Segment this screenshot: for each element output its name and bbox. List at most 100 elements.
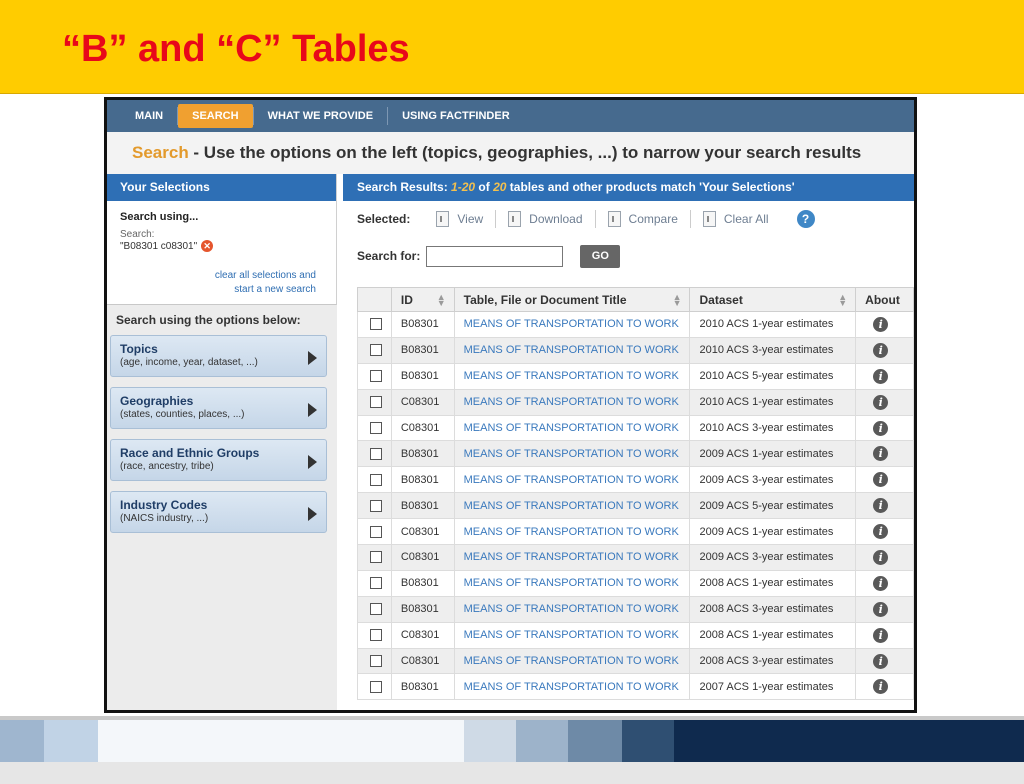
row-id: B08301: [390, 362, 455, 390]
option-topics[interactable]: Topics (age, income, year, dataset, ...): [110, 335, 327, 377]
slide-title: “B” and “C” Tables: [62, 28, 410, 70]
option-race-ethnic[interactable]: Race and Ethnic Groups (race, ancestry, …: [110, 439, 327, 481]
option-industry-codes[interactable]: Industry Codes (NAICS industry, ...): [110, 491, 327, 533]
header-id-label: ID: [400, 292, 413, 307]
row-id: B08301: [390, 673, 455, 701]
search-value: "B08301 c08301" ✕: [120, 240, 323, 252]
your-selections-title: Your Selections: [107, 174, 337, 201]
option-geographies[interactable]: Geographies (states, counties, places, .…: [110, 387, 327, 429]
row-dataset: 2010 ACS 1-year estimates: [689, 388, 857, 416]
row-title-link[interactable]: MEANS OF TRANSPORTATION TO WORK: [453, 466, 691, 494]
row-checkbox[interactable]: [370, 629, 382, 642]
download-button[interactable]: Download: [496, 211, 594, 227]
info-icon[interactable]: i: [873, 601, 889, 617]
row-title-link[interactable]: MEANS OF TRANSPORTATION TO WORK: [453, 388, 691, 416]
row-dataset: 2008 ACS 3-year estimates: [689, 595, 857, 623]
header-id[interactable]: ID ▲ ▼: [390, 287, 455, 312]
row-checkbox[interactable]: [370, 655, 382, 668]
info-icon[interactable]: i: [873, 342, 889, 358]
row-dataset: 2009 ACS 1-year estimates: [689, 518, 857, 546]
info-icon[interactable]: i: [873, 679, 889, 695]
header-about: About: [855, 287, 914, 312]
row-checkbox[interactable]: [370, 318, 382, 331]
row-title-link[interactable]: MEANS OF TRANSPORTATION TO WORK: [453, 544, 691, 571]
info-icon[interactable]: i: [873, 394, 889, 410]
compare-button[interactable]: Compare: [596, 211, 690, 227]
table-row: B08301 MEANS OF TRANSPORTATION TO WORK 200…: [357, 440, 914, 468]
row-id: C08301: [390, 388, 455, 416]
clear-all-icon: [702, 211, 716, 227]
row-title-link[interactable]: MEANS OF TRANSPORTATION TO WORK: [453, 673, 691, 701]
table-row: B08301 MEANS OF TRANSPORTATION TO WORK 200…: [357, 595, 914, 623]
search-for-input[interactable]: [426, 245, 564, 267]
chevron-right-icon: [308, 455, 317, 469]
row-id: B08301: [390, 595, 455, 623]
view-button[interactable]: View: [424, 211, 495, 227]
row-title-link[interactable]: MEANS OF TRANSPORTATION TO WORK: [453, 362, 691, 390]
info-icon[interactable]: i: [873, 498, 889, 514]
row-checkbox[interactable]: [370, 396, 382, 409]
row-title-link[interactable]: MEANS OF TRANSPORTATION TO WORK: [453, 414, 691, 442]
row-checkbox[interactable]: [370, 680, 382, 693]
results-of: of: [475, 180, 494, 194]
download-icon: [508, 211, 522, 227]
row-checkbox[interactable]: [370, 577, 382, 590]
clear-all-button[interactable]: Clear All: [691, 211, 781, 227]
search-value-text: "B08301 c08301": [120, 240, 198, 252]
info-icon[interactable]: i: [873, 368, 889, 384]
nav-using-factfinder[interactable]: USING FACTFINDER: [388, 104, 524, 128]
view-label: View: [457, 212, 484, 226]
header-title[interactable]: Table, File or Document Title ▲ ▼: [453, 287, 691, 312]
row-title-link[interactable]: MEANS OF TRANSPORTATION TO WORK: [453, 647, 691, 675]
clear-link-line-2: start a new search: [234, 284, 316, 295]
row-title-link[interactable]: MEANS OF TRANSPORTATION TO WORK: [453, 311, 691, 338]
clear-selections-link[interactable]: clear all selections and start a new sea…: [215, 269, 316, 297]
info-icon[interactable]: i: [873, 575, 889, 591]
row-checkbox[interactable]: [370, 422, 382, 434]
go-button[interactable]: GO: [580, 244, 621, 268]
row-checkbox[interactable]: [370, 447, 382, 460]
nav-main[interactable]: MAIN: [121, 104, 177, 128]
table-row: B08301 MEANS OF TRANSPORTATION TO WORK 201…: [357, 311, 914, 338]
info-icon[interactable]: i: [873, 653, 889, 669]
row-checkbox[interactable]: [370, 499, 382, 512]
row-title-link[interactable]: MEANS OF TRANSPORTATION TO WORK: [453, 518, 691, 546]
help-icon[interactable]: ?: [796, 210, 815, 228]
info-icon[interactable]: i: [873, 627, 889, 643]
info-icon[interactable]: i: [873, 524, 889, 540]
row-checkbox[interactable]: [370, 473, 382, 486]
bottom-base: [0, 762, 1024, 784]
row-title-link[interactable]: MEANS OF TRANSPORTATION TO WORK: [453, 492, 691, 520]
row-title-link[interactable]: MEANS OF TRANSPORTATION TO WORK: [453, 440, 691, 468]
results-suffix: tables and other products match 'Your Se…: [506, 180, 795, 194]
option-title: Industry Codes: [120, 498, 208, 512]
remove-icon[interactable]: ✕: [201, 240, 214, 252]
row-title-link[interactable]: MEANS OF TRANSPORTATION TO WORK: [453, 336, 691, 364]
table-header-row: ID ▲ ▼ Table, File or Document Title ▲ ▼ Dat…: [357, 287, 914, 312]
info-icon[interactable]: i: [873, 472, 889, 488]
row-checkbox[interactable]: [370, 551, 382, 564]
info-icon[interactable]: i: [873, 316, 889, 332]
row-id: B08301: [390, 311, 455, 338]
info-icon[interactable]: i: [873, 446, 889, 462]
nav-what-we-provide[interactable]: WHAT WE PROVIDE: [254, 104, 388, 128]
row-dataset: 2009 ACS 5-year estimates: [689, 492, 857, 520]
bottom-decoration: [0, 716, 1024, 784]
info-icon[interactable]: i: [873, 420, 889, 436]
header-dataset[interactable]: Dataset ▲ ▼: [689, 287, 857, 312]
row-checkbox[interactable]: [370, 344, 382, 357]
row-title-link[interactable]: MEANS OF TRANSPORTATION TO WORK: [453, 569, 691, 597]
row-checkbox[interactable]: [370, 603, 382, 616]
info-icon[interactable]: i: [873, 549, 889, 565]
row-dataset: 2008 ACS 1-year estimates: [689, 621, 857, 649]
nav-search[interactable]: SEARCH: [178, 104, 253, 128]
row-checkbox[interactable]: [370, 370, 382, 383]
row-checkbox[interactable]: [370, 525, 382, 538]
table-row: B08301 MEANS OF TRANSPORTATION TO WORK 200…: [357, 466, 914, 494]
row-title-link[interactable]: MEANS OF TRANSPORTATION TO WORK: [453, 595, 691, 623]
sort-icon: ▲ ▼: [436, 292, 446, 308]
results-bar: Search Results: 1-20 of 20 tables and ot…: [343, 174, 914, 201]
row-title-link[interactable]: MEANS OF TRANSPORTATION TO WORK: [453, 621, 691, 649]
decor-block: [568, 720, 622, 762]
table-row: B08301 MEANS OF TRANSPORTATION TO WORK 201…: [357, 336, 914, 364]
